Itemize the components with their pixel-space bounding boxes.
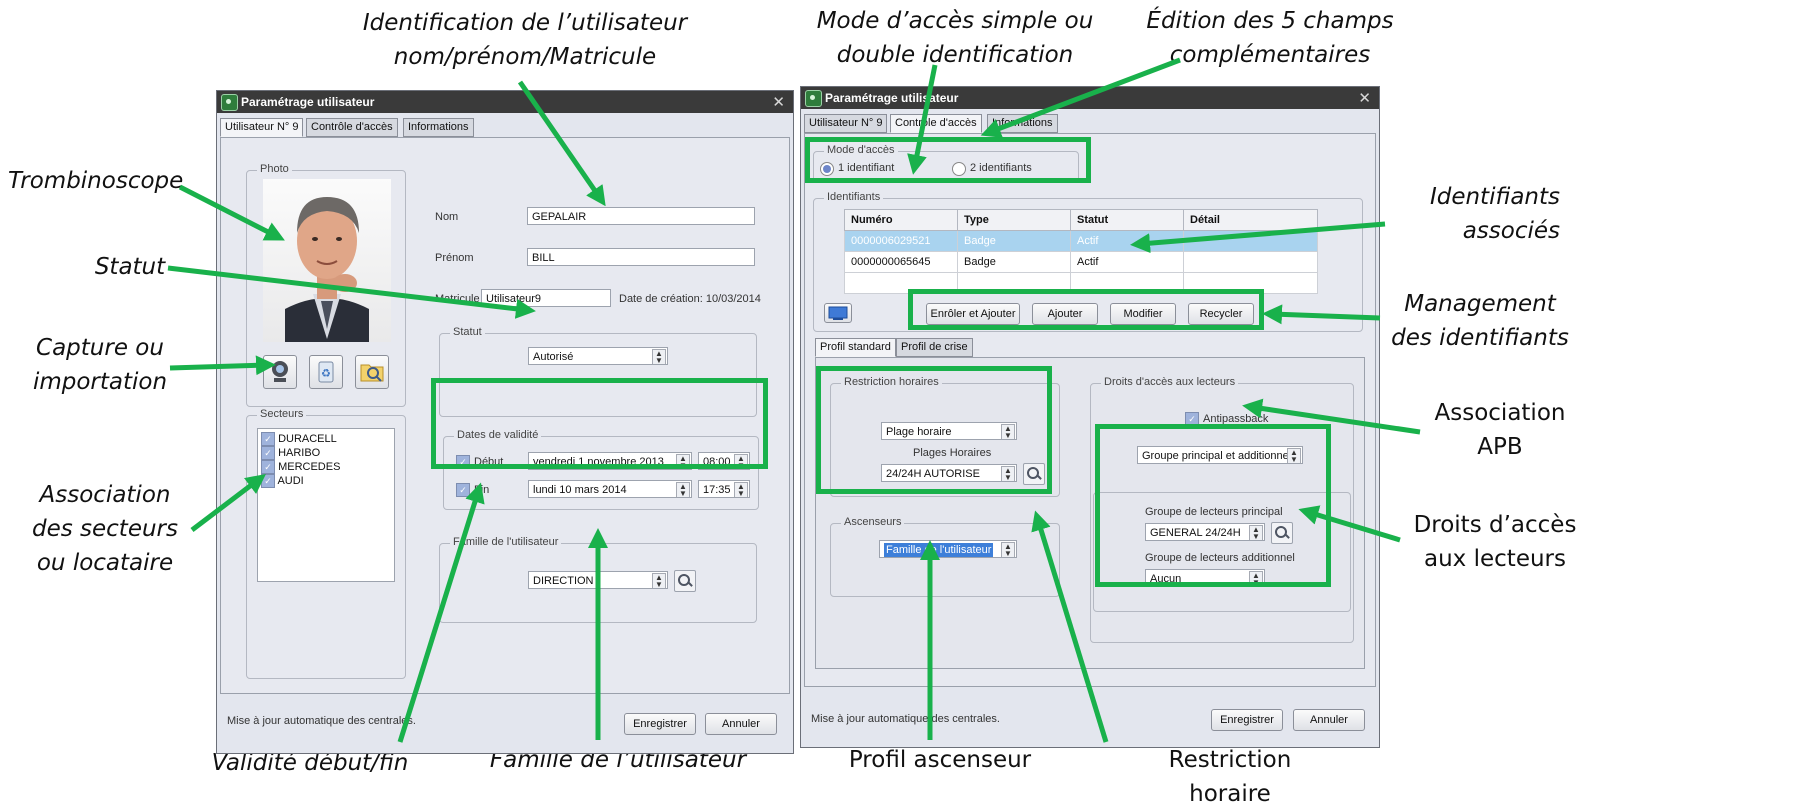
arrow — [1130, 221, 1386, 254]
arrow — [169, 355, 276, 376]
arrow — [980, 57, 1181, 138]
arrow — [1031, 510, 1109, 743]
arrow — [907, 64, 938, 175]
arrow — [517, 80, 606, 207]
arrow — [190, 473, 266, 532]
arrow — [1262, 304, 1381, 325]
arrow — [397, 482, 485, 743]
callout-arrows — [167, 57, 1421, 743]
arrow — [1242, 398, 1421, 435]
arrow — [167, 265, 536, 319]
arrow — [178, 184, 285, 241]
arrow — [1298, 505, 1401, 543]
